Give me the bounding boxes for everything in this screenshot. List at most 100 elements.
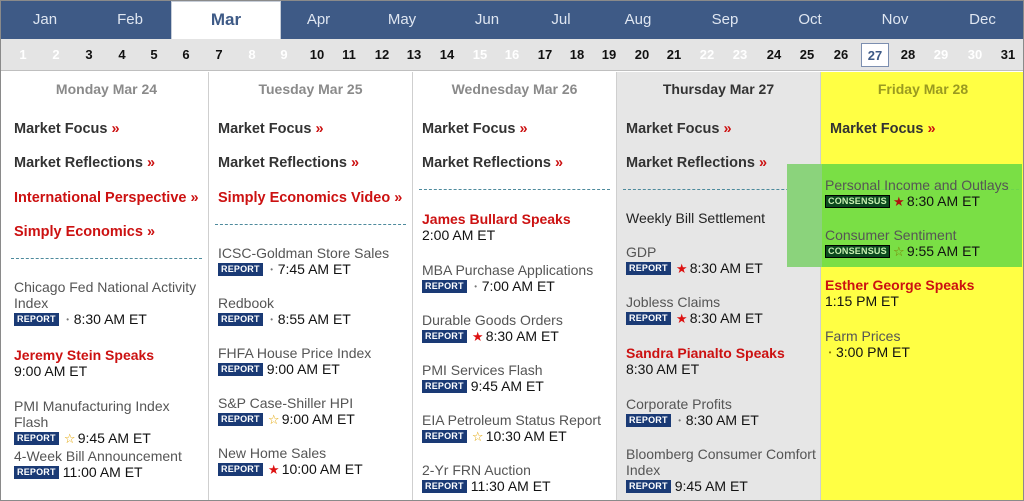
link-market-reflections[interactable]: Market Reflections » [422, 155, 563, 171]
month-jul[interactable]: Jul [526, 1, 596, 39]
report-badge[interactable]: REPORT [14, 466, 59, 479]
day-15[interactable]: 15 [467, 43, 493, 67]
day-26[interactable]: 26 [828, 43, 854, 67]
report-badge[interactable]: REPORT [422, 480, 467, 493]
link-simply-economics-video[interactable]: Simply Economics Video » [218, 190, 402, 206]
day-25[interactable]: 25 [794, 43, 820, 67]
month-nov[interactable]: Nov [850, 1, 940, 39]
consensus-badge[interactable]: CONSENSUS [825, 195, 890, 208]
report-badge[interactable]: REPORT [422, 380, 467, 393]
day-2[interactable]: 2 [46, 43, 66, 67]
link-market-focus[interactable]: Market Focus » [626, 121, 732, 137]
report-badge[interactable]: REPORT [218, 413, 263, 426]
day-30[interactable]: 30 [962, 43, 988, 67]
report-badge[interactable]: REPORT [422, 280, 467, 293]
link-market-reflections[interactable]: Market Reflections » [626, 155, 767, 171]
event-title[interactable]: New Home Sales [218, 445, 408, 461]
report-badge[interactable]: REPORT [422, 430, 467, 443]
month-dec[interactable]: Dec [940, 1, 1023, 39]
day-5[interactable]: 5 [144, 43, 164, 67]
day-10[interactable]: 10 [304, 43, 330, 67]
event-title[interactable]: Chicago Fed National Activity [14, 279, 204, 295]
month-may[interactable]: May [356, 1, 448, 39]
report-badge[interactable]: REPORT [218, 313, 263, 326]
month-feb[interactable]: Feb [89, 1, 171, 39]
report-badge[interactable]: REPORT [626, 262, 671, 275]
month-aug[interactable]: Aug [596, 1, 680, 39]
day-21[interactable]: 21 [661, 43, 687, 67]
event-title[interactable]: EIA Petroleum Status Report [422, 412, 612, 428]
month-sep[interactable]: Sep [680, 1, 770, 39]
report-badge[interactable]: REPORT [422, 330, 467, 343]
day-18[interactable]: 18 [564, 43, 590, 67]
day-16[interactable]: 16 [499, 43, 525, 67]
event-title-line2[interactable]: Index [626, 462, 816, 478]
day-24[interactable]: 24 [761, 43, 787, 67]
event-title[interactable]: Corporate Profits [626, 396, 816, 412]
event-title[interactable]: Redbook [218, 295, 408, 311]
day-20[interactable]: 20 [629, 43, 655, 67]
event-title[interactable]: James Bullard Speaks [422, 211, 612, 227]
event-title[interactable]: Jeremy Stein Speaks [14, 347, 204, 363]
report-badge[interactable]: REPORT [14, 432, 59, 445]
month-jan[interactable]: Jan [1, 1, 89, 39]
month-oct[interactable]: Oct [770, 1, 850, 39]
report-badge[interactable]: REPORT [218, 363, 263, 376]
day-27-today[interactable]: 27 [861, 43, 889, 67]
event-title[interactable]: Personal Income and Outlays [825, 177, 1021, 193]
report-badge[interactable]: REPORT [626, 480, 671, 493]
event-title[interactable]: PMI Manufacturing Index Flash [14, 398, 204, 430]
month-mar[interactable]: Mar [171, 1, 281, 39]
link-market-focus[interactable]: Market Focus » [830, 121, 936, 137]
day-13[interactable]: 13 [401, 43, 427, 67]
link-market-focus[interactable]: Market Focus » [422, 121, 528, 137]
event-title[interactable]: FHFA House Price Index [218, 345, 408, 361]
day-1[interactable]: 1 [13, 43, 33, 67]
event-title[interactable]: S&P Case-Shiller HPI [218, 395, 408, 411]
consensus-badge[interactable]: CONSENSUS [825, 245, 890, 258]
event-title[interactable]: Farm Prices [825, 328, 1021, 344]
month-jun[interactable]: Jun [448, 1, 526, 39]
link-market-reflections[interactable]: Market Reflections » [14, 155, 155, 171]
link-market-focus[interactable]: Market Focus » [218, 121, 324, 137]
day-28[interactable]: 28 [895, 43, 921, 67]
link-simply-economics[interactable]: Simply Economics » [14, 224, 155, 240]
event-time: 8:55 AM ET [277, 311, 351, 327]
day-3[interactable]: 3 [79, 43, 99, 67]
day-23[interactable]: 23 [727, 43, 753, 67]
event-title[interactable]: PMI Services Flash [422, 362, 612, 378]
report-badge[interactable]: REPORT [626, 312, 671, 325]
day-22[interactable]: 22 [694, 43, 720, 67]
day-31[interactable]: 31 [995, 43, 1021, 67]
day-19[interactable]: 19 [596, 43, 622, 67]
event-title[interactable]: Durable Goods Orders [422, 312, 612, 328]
day-9[interactable]: 9 [274, 43, 294, 67]
day-4[interactable]: 4 [112, 43, 132, 67]
event-title[interactable]: MBA Purchase Applications [422, 262, 612, 278]
event-title[interactable]: Esther George Speaks [825, 277, 1021, 293]
report-badge[interactable]: REPORT [14, 313, 59, 326]
report-badge[interactable]: REPORT [626, 414, 671, 427]
day-29[interactable]: 29 [928, 43, 954, 67]
event-title[interactable]: 2-Yr FRN Auction [422, 462, 612, 478]
day-6[interactable]: 6 [176, 43, 196, 67]
day-12[interactable]: 12 [369, 43, 395, 67]
link-market-focus[interactable]: Market Focus » [14, 121, 120, 137]
link-international-perspective[interactable]: International Perspective » [14, 190, 199, 206]
event-title[interactable]: Sandra Pianalto Speaks [626, 345, 816, 361]
event-title-line2[interactable]: Index [14, 295, 204, 311]
event-title[interactable]: Jobless Claims [626, 294, 816, 310]
month-apr[interactable]: Apr [281, 1, 356, 39]
event-title[interactable]: 4-Week Bill Announcement [14, 448, 204, 464]
day-7[interactable]: 7 [209, 43, 229, 67]
event-title[interactable]: Consumer Sentiment [825, 227, 1021, 243]
day-8[interactable]: 8 [242, 43, 262, 67]
day-14[interactable]: 14 [434, 43, 460, 67]
report-badge[interactable]: REPORT [218, 463, 263, 476]
event-title[interactable]: ICSC-Goldman Store Sales [218, 245, 408, 261]
link-market-reflections[interactable]: Market Reflections » [218, 155, 359, 171]
event-title[interactable]: Bloomberg Consumer Comfort [626, 446, 816, 462]
day-17[interactable]: 17 [532, 43, 558, 67]
report-badge[interactable]: REPORT [218, 263, 263, 276]
day-11[interactable]: 11 [336, 43, 362, 67]
